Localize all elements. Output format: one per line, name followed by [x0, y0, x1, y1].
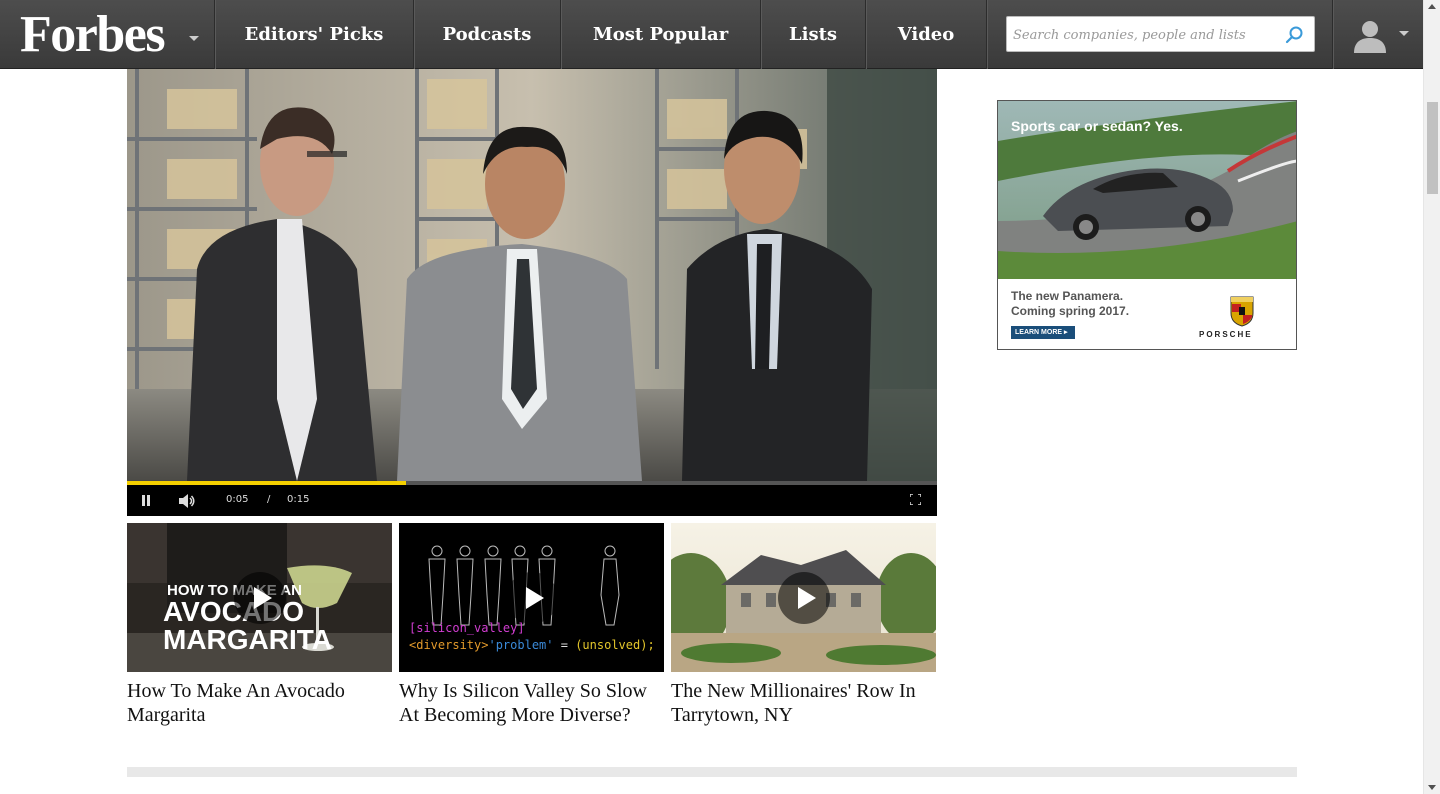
play-icon[interactable] [505, 571, 558, 624]
fullscreen-icon[interactable] [910, 494, 921, 505]
ad-copy-line-1: The new Panamera. [1011, 289, 1124, 303]
porsche-ad[interactable]: Sports car or sedan? Yes. The new Paname… [997, 100, 1297, 350]
volume-icon[interactable] [178, 493, 196, 509]
code-line-2: <diversity>'problem' = (unsolved); [409, 638, 655, 652]
video-frame[interactable] [127, 69, 937, 481]
top-nav: Forbes Editors' Picks Podcasts Most Popu… [0, 0, 1423, 69]
code-token-equals: = [554, 638, 576, 652]
related-video-title-2[interactable]: Why Is Silicon Valley So Slow At Becomin… [399, 679, 669, 727]
scroll-down-icon[interactable] [1428, 785, 1436, 790]
porsche-crest-icon [1230, 296, 1254, 327]
search-input[interactable] [1013, 23, 1283, 47]
play-icon[interactable] [777, 571, 830, 624]
ad-brand: PORSCHE [1199, 330, 1253, 339]
duration: 0:15 [287, 494, 310, 505]
search-box[interactable] [1006, 16, 1315, 52]
account-menu[interactable] [1332, 0, 1423, 69]
progress-bar[interactable] [127, 481, 937, 485]
pause-icon[interactable] [141, 495, 151, 506]
play-icon[interactable] [233, 571, 286, 624]
scroll-up-icon[interactable] [1428, 4, 1436, 9]
ad-copy: The new Panamera. Coming spring 2017. [1011, 289, 1129, 319]
nav-lists[interactable]: Lists [760, 0, 865, 69]
nav-podcasts[interactable]: Podcasts [413, 0, 560, 69]
player-controls: 0:05 / 0:15 [127, 481, 937, 516]
code-token-unsolved: (unsolved); [575, 638, 654, 652]
video-player[interactable]: 0:05 / 0:15 [127, 69, 937, 516]
related-video-title-3[interactable]: The New Millionaires' Row In Tarrytown, … [671, 679, 941, 727]
account-dropdown-icon[interactable] [1399, 31, 1409, 36]
related-video-title-1[interactable]: How To Make An Avocado Margarita [127, 679, 397, 727]
progress-fill [127, 481, 407, 485]
ad-headline[interactable]: Sports car or sedan? Yes. [1011, 118, 1183, 134]
ad-copy-line-2: Coming spring 2017. [1011, 304, 1130, 318]
related-video-thumb-3[interactable] [671, 523, 936, 672]
nav-most-popular[interactable]: Most Popular [560, 0, 760, 69]
logo-dropdown-icon[interactable] [189, 36, 199, 41]
user-avatar-icon[interactable] [1352, 17, 1388, 53]
related-video-thumb-2[interactable]: [silicon_valley] <diversity>'problem' = … [399, 523, 664, 672]
nav-video[interactable]: Video [865, 0, 986, 69]
related-video-thumb-1[interactable]: HOW TO MAKE AN AVOCADO MARGARITA [127, 523, 392, 672]
code-token-diversity: <diversity> [409, 638, 488, 652]
code-token-problem: 'problem' [488, 638, 553, 652]
forbes-logo[interactable]: Forbes [0, 0, 214, 69]
scroll-thumb[interactable] [1427, 102, 1438, 194]
logo-text[interactable]: Forbes [20, 8, 166, 61]
section-divider [127, 767, 1297, 777]
nav-editors-picks[interactable]: Editors' Picks [214, 0, 413, 69]
code-line-1: [silicon_valley] [409, 621, 525, 635]
current-time: 0:05 [226, 494, 249, 505]
time-separator: / [267, 494, 271, 505]
search-icon[interactable] [1284, 25, 1304, 45]
overlay-line-3: MARGARITA [163, 624, 332, 655]
page-scrollbar[interactable] [1423, 0, 1440, 794]
learn-more-button[interactable]: LEARN MORE ▸ [1011, 326, 1075, 339]
